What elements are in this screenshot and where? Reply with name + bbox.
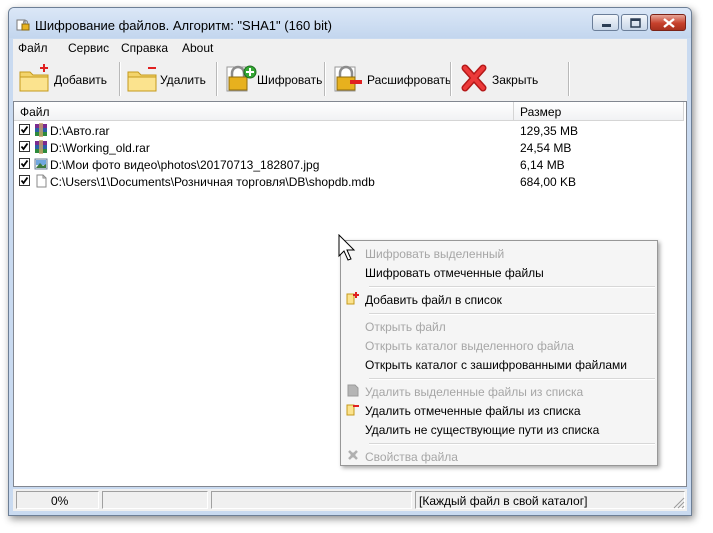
- status-bar: 0% [Каждый файл в свой каталог]: [13, 489, 687, 511]
- lock-add-icon: [226, 65, 257, 92]
- close-window-button[interactable]: [650, 14, 686, 31]
- blank-file-icon: [36, 174, 47, 188]
- status-mode: [Каждый файл в свой каталог]: [415, 491, 685, 509]
- app-lock-icon: [16, 19, 30, 31]
- file-name: D:\Мои фото видео\photos\20170713_182807…: [50, 158, 320, 172]
- lock-remove-icon: [334, 65, 362, 92]
- menu-item-remove-checked[interactable]: Удалить отмеченные файлы из списка: [365, 404, 581, 418]
- decrypt-label: Расшифровать: [367, 73, 452, 87]
- file-remove-disabled-icon: [347, 384, 359, 397]
- close-label: Закрыть: [492, 73, 539, 87]
- column-header-size[interactable]: Размер: [514, 102, 684, 121]
- file-name: D:\Working_old.rar: [50, 141, 150, 155]
- minimize-button[interactable]: [592, 14, 619, 31]
- file-remove-icon: [346, 404, 359, 416]
- remove-label: Удалить: [160, 73, 206, 87]
- folder-remove-icon: [127, 67, 157, 92]
- file-size: 129,35 MB: [520, 124, 579, 138]
- encrypt-button[interactable]: Шифровать: [220, 60, 323, 96]
- toolbar-separator: [216, 62, 218, 96]
- remove-button[interactable]: Удалить: [123, 60, 215, 96]
- add-label: Добавить: [54, 73, 108, 87]
- file-add-icon: [346, 292, 359, 305]
- toolbar-separator: [119, 62, 121, 96]
- menu-item-remove-missing[interactable]: Удалить не существующие пути из списка: [365, 423, 599, 437]
- rar-archive-icon: [35, 123, 47, 137]
- row-checkbox[interactable]: [19, 141, 30, 152]
- menu-item-add-file[interactable]: Добавить файл в список: [365, 293, 502, 307]
- table-row[interactable]: D:\Мои фото видео\photos\20170713_182807…: [14, 156, 684, 173]
- status-panel: [102, 491, 208, 509]
- table-row[interactable]: C:\Users\1\Documents\Розничная торговля\…: [14, 173, 684, 190]
- status-progress: 0%: [16, 491, 99, 509]
- menu-about[interactable]: About: [182, 41, 213, 55]
- toolbar-separator: [450, 62, 452, 96]
- column-header-file[interactable]: Файл: [14, 102, 514, 121]
- close-button[interactable]: Закрыть: [454, 60, 564, 96]
- row-checkbox[interactable]: [19, 175, 30, 186]
- menu-separator: [369, 313, 655, 315]
- resize-grip-icon[interactable]: [673, 497, 685, 509]
- toolbar-separator: [568, 62, 570, 96]
- menu-item-open-file[interactable]: Открыть файл: [365, 320, 446, 334]
- row-checkbox[interactable]: [19, 124, 30, 135]
- menu-service[interactable]: Сервис: [68, 41, 109, 55]
- table-row[interactable]: D:\Working_old.rar 24,54 MB: [14, 139, 684, 156]
- mouse-cursor-icon: [338, 234, 356, 261]
- folder-add-icon: [19, 64, 49, 92]
- menu-bar: Файл Сервис Справка About: [13, 39, 687, 57]
- rar-archive-icon: [35, 140, 47, 154]
- menu-item-open-folder-encrypted[interactable]: Открыть каталог с зашифрованными файлами: [365, 358, 627, 372]
- menu-item-file-properties[interactable]: Свойства файла: [365, 450, 458, 464]
- menu-item-remove-selected[interactable]: Удалить выделенные файлы из списка: [365, 385, 583, 399]
- file-size: 684,00 KB: [520, 175, 577, 189]
- menu-file[interactable]: Файл: [18, 41, 48, 55]
- menu-item-encrypt-selected[interactable]: Шифровать выделенный: [365, 247, 504, 261]
- title-bar[interactable]: Шифрование файлов. Алгоритм: "SHA1" (160…: [9, 8, 691, 38]
- status-panel: [211, 491, 412, 509]
- window-title: Шифрование файлов. Алгоритм: "SHA1" (160…: [35, 18, 332, 33]
- menu-separator: [369, 443, 655, 445]
- file-size: 6,14 MB: [520, 158, 565, 172]
- image-file-icon: [34, 158, 48, 170]
- red-x-icon: [461, 64, 487, 92]
- menu-separator: [369, 378, 655, 380]
- decrypt-button[interactable]: Расшифровать: [328, 60, 451, 96]
- add-button[interactable]: Добавить: [15, 60, 115, 96]
- row-checkbox[interactable]: [19, 158, 30, 169]
- file-size: 24,54 MB: [520, 141, 572, 155]
- menu-item-open-folder-selected[interactable]: Открыть каталог выделенного файла: [365, 339, 574, 353]
- properties-disabled-icon: [348, 450, 358, 460]
- encrypt-label: Шифровать: [257, 73, 323, 87]
- menu-help[interactable]: Справка: [121, 41, 168, 55]
- toolbar-separator: [324, 62, 326, 96]
- file-name: D:\Авто.rar: [50, 124, 110, 138]
- context-menu: Шифровать выделенный Шифровать отмеченны…: [340, 240, 658, 466]
- maximize-button[interactable]: [621, 14, 648, 31]
- menu-separator: [369, 286, 655, 288]
- menu-item-encrypt-checked[interactable]: Шифровать отмеченные файлы: [365, 266, 544, 280]
- toolbar: Добавить Удалить Шифровать Расшифровать …: [13, 57, 687, 102]
- file-name: C:\Users\1\Documents\Розничная торговля\…: [50, 175, 375, 189]
- table-row[interactable]: D:\Авто.rar 129,35 MB: [14, 122, 684, 139]
